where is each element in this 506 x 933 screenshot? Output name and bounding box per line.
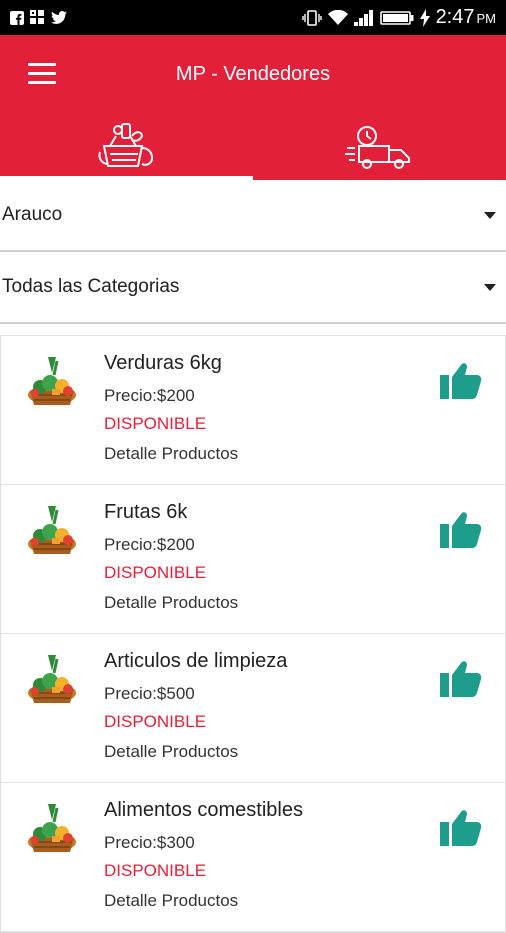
gallery-icon — [30, 10, 44, 24]
product-detail-link[interactable]: Detalle Productos — [104, 891, 303, 911]
signal-icon — [353, 9, 373, 26]
app-bar: MP - Vendedores — [0, 35, 506, 113]
app-title: MP - Vendedores — [175, 62, 331, 85]
twitter-icon — [51, 10, 67, 24]
vegetable-basket-icon — [28, 357, 76, 405]
category-dropdown[interactable]: Todas las Categorias — [0, 252, 506, 324]
chevron-down-icon — [484, 284, 496, 291]
product-info: Articulos de limpieza Precio:$500 DISPON… — [104, 650, 287, 762]
category-value: Todas las Categorias — [2, 276, 180, 297]
delivery-truck-icon — [344, 125, 410, 169]
location-value: Arauco — [2, 204, 63, 225]
product-name: Articulos de limpieza — [104, 650, 288, 672]
product-detail-link[interactable]: Detalle Productos — [104, 444, 238, 464]
vegetable-basket-icon — [28, 804, 76, 852]
groceries-basket-icon — [98, 122, 153, 167]
thumbs-up-icon[interactable] — [439, 656, 483, 700]
vegetable-basket-icon — [28, 506, 76, 554]
charging-icon — [419, 8, 430, 27]
tab-delivery[interactable] — [253, 113, 506, 180]
tab-bar — [0, 113, 506, 180]
status-time: 2:47 PM — [435, 6, 496, 28]
hamburger-menu-icon[interactable] — [28, 63, 56, 85]
product-name: Verduras 6kg — [104, 352, 222, 374]
product-price: Precio:$200 — [104, 386, 195, 405]
product-name: Frutas 6k — [104, 501, 188, 523]
chevron-down-icon — [484, 212, 496, 219]
product-status: DISPONIBLE — [104, 563, 207, 582]
tab-groceries[interactable] — [0, 113, 253, 180]
status-bar: 2:47 PM — [0, 0, 506, 35]
product-card[interactable]: Alimentos comestibles Precio:$300 DISPON… — [1, 783, 505, 932]
thumbs-up-icon[interactable] — [439, 358, 483, 402]
battery-icon — [379, 10, 414, 25]
status-bar-right: 2:47 PM — [301, 6, 496, 29]
product-price: Precio:$300 — [104, 833, 195, 852]
product-info: Frutas 6k Precio:$200 DISPONIBLE Detalle… — [104, 501, 238, 613]
product-list: Verduras 6kg Precio:$200 DISPONIBLE Deta… — [0, 335, 506, 933]
product-price: Precio:$500 — [104, 684, 195, 703]
product-card[interactable]: Articulos de limpieza Precio:$500 DISPON… — [1, 634, 505, 783]
product-status: DISPONIBLE — [104, 712, 207, 731]
facebook-icon — [10, 10, 24, 25]
product-info: Verduras 6kg Precio:$200 DISPONIBLE Deta… — [104, 352, 238, 464]
location-dropdown[interactable]: Arauco — [0, 180, 506, 252]
thumbs-up-icon[interactable] — [439, 805, 483, 849]
vegetable-basket-icon — [28, 655, 76, 703]
product-status: DISPONIBLE — [104, 861, 207, 880]
product-status: DISPONIBLE — [104, 414, 207, 433]
product-detail-link[interactable]: Detalle Productos — [104, 742, 287, 762]
status-bar-left — [10, 10, 67, 25]
wifi-icon — [327, 9, 348, 25]
thumbs-up-icon[interactable] — [439, 507, 483, 551]
vibrate-icon — [301, 9, 322, 26]
product-detail-link[interactable]: Detalle Productos — [104, 593, 238, 613]
product-price: Precio:$200 — [104, 535, 195, 554]
product-name: Alimentos comestibles — [104, 799, 303, 821]
product-card[interactable]: Frutas 6k Precio:$200 DISPONIBLE Detalle… — [1, 485, 505, 634]
product-info: Alimentos comestibles Precio:$300 DISPON… — [104, 799, 303, 911]
product-card[interactable]: Verduras 6kg Precio:$200 DISPONIBLE Deta… — [1, 336, 505, 485]
